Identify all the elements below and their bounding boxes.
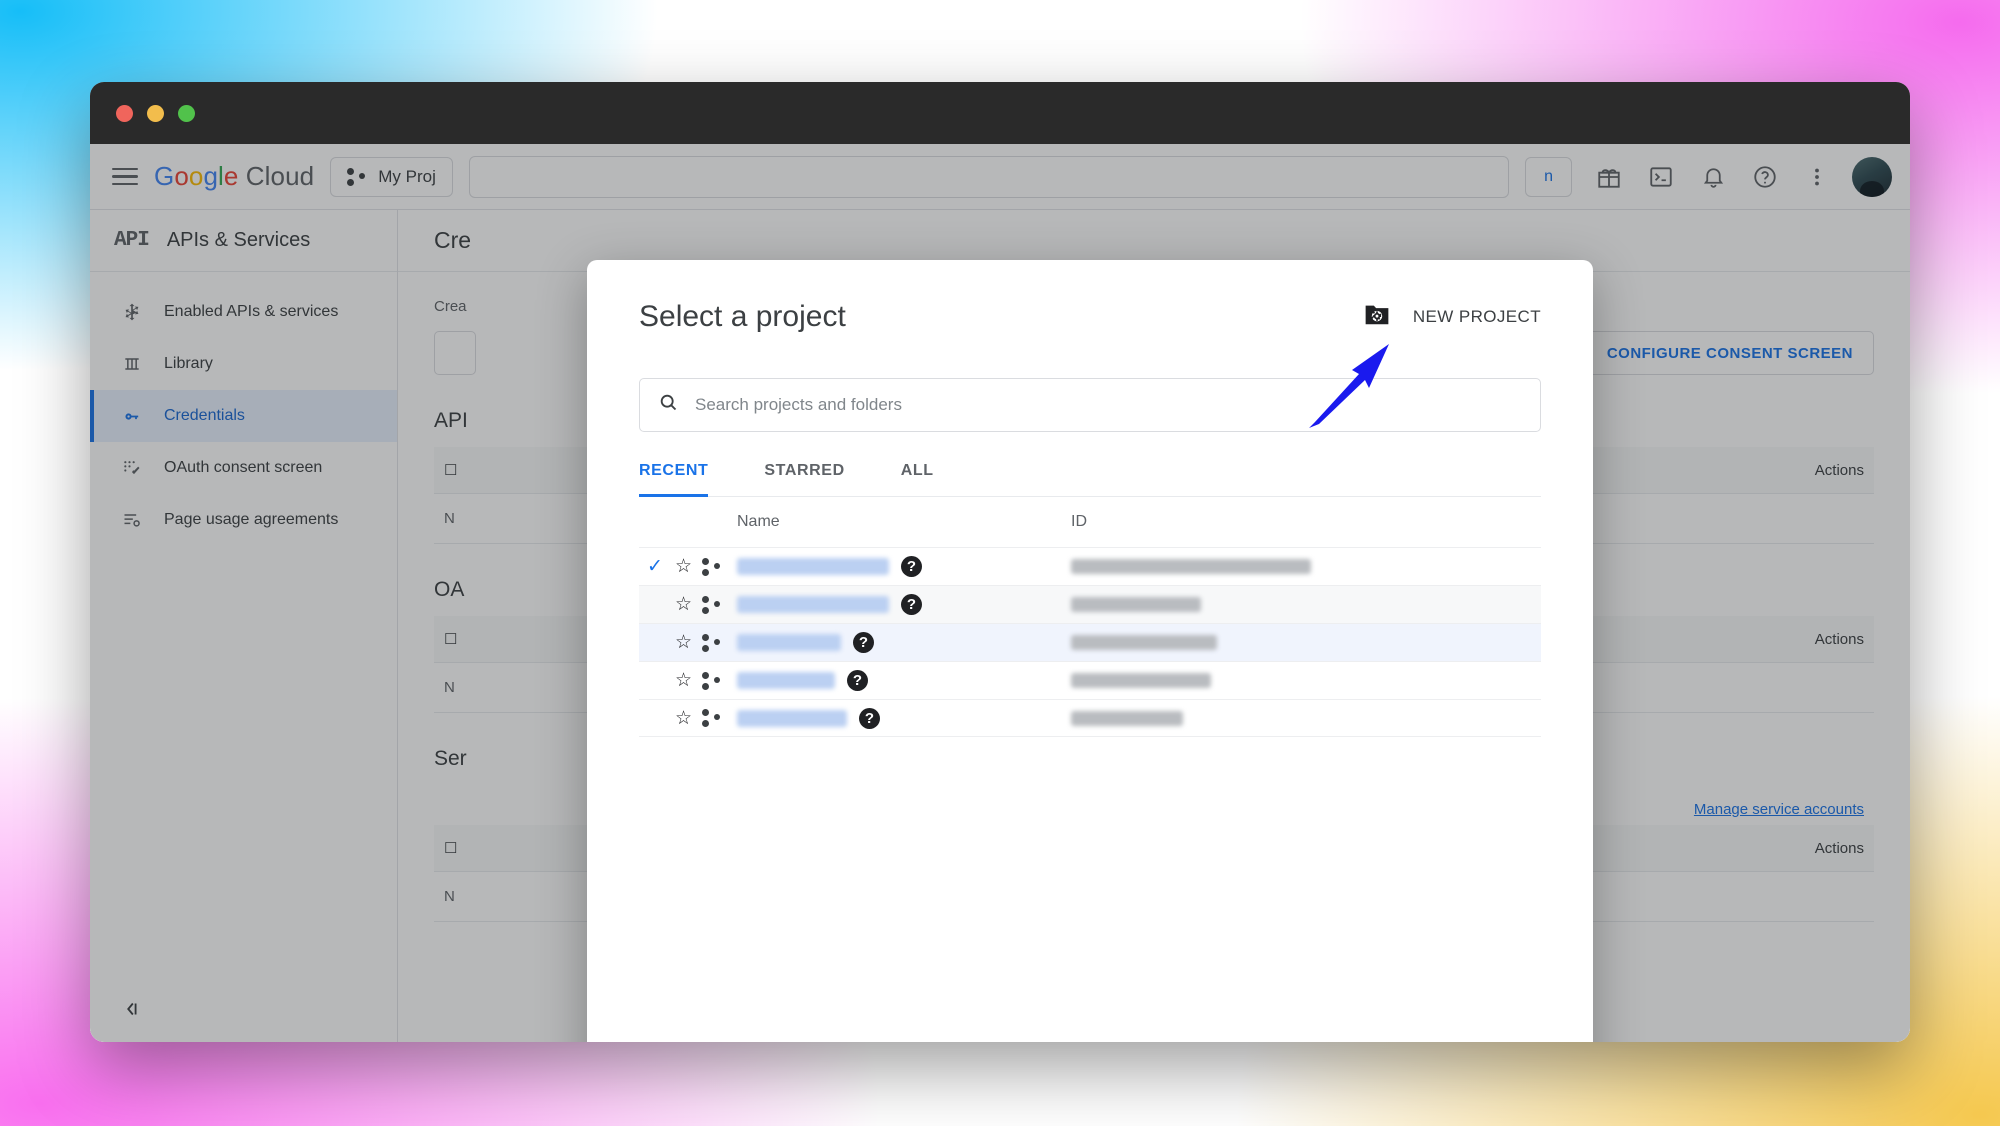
redacted-project-name: [737, 634, 841, 651]
select-project-dialog: Select a project NEW PROJECT Search proj…: [587, 260, 1593, 1042]
project-id-cell: [1071, 673, 1541, 688]
project-table-header: Name ID: [639, 497, 1541, 547]
window-close-button[interactable]: [116, 104, 133, 122]
open-button[interactable]: OPEN: [1483, 1041, 1533, 1042]
search-input[interactable]: [695, 395, 1522, 415]
row-flags: ✓ ☆: [639, 671, 737, 690]
window-maximize-button[interactable]: [178, 104, 195, 122]
selected-check-icon: ✓: [647, 633, 665, 652]
redacted-project-id: [1071, 710, 1183, 726]
row-flags: ✓ ☆: [639, 595, 737, 614]
project-dots-icon: [702, 557, 722, 576]
browser-window: Google Cloud My Proj n API APIs & Servic…: [90, 82, 1910, 1042]
dialog-title: Select a project: [639, 300, 846, 333]
tab-label: STARRED: [764, 462, 845, 479]
search-icon: [658, 392, 679, 418]
new-project-label: NEW PROJECT: [1412, 307, 1541, 326]
project-search-field[interactable]: [639, 378, 1541, 432]
help-badge-icon[interactable]: ?: [901, 594, 922, 615]
window-minimize-button[interactable]: [147, 104, 164, 122]
project-list-table: Name ID ✓ ☆ ? ☆ ? ☆ ? ☆ ? ☆ ?: [639, 497, 1541, 737]
row-flags: ✓ ☆: [639, 557, 737, 576]
help-badge-icon[interactable]: ?: [853, 632, 874, 653]
desktop-wallpaper: Google Cloud My Proj n API APIs & Servic…: [0, 0, 2000, 1126]
create-folder-icon: [1363, 302, 1391, 332]
cancel-button[interactable]: CANCEL: [1363, 1041, 1437, 1042]
tab-starred[interactable]: STARRED: [764, 462, 870, 496]
star-outline-icon[interactable]: ☆: [675, 671, 692, 690]
selected-check-icon: ✓: [647, 556, 663, 577]
row-flags: ✓ ☆: [639, 709, 737, 728]
redacted-project-id: [1071, 673, 1211, 688]
project-dots-icon: [702, 633, 722, 652]
redacted-project-name: [737, 596, 889, 613]
project-name-cell: ?: [737, 556, 1071, 577]
project-name-cell: ?: [737, 594, 1071, 615]
star-outline-icon[interactable]: ☆: [675, 709, 692, 728]
tab-all[interactable]: ALL: [901, 462, 960, 496]
redacted-project-id: [1071, 597, 1201, 612]
table-row[interactable]: ✓ ☆ ?: [639, 699, 1541, 737]
selected-check-icon: ✓: [647, 709, 665, 728]
star-outline-icon[interactable]: ☆: [675, 557, 692, 576]
project-id-cell: [1071, 710, 1541, 726]
redacted-project-name: [737, 672, 835, 689]
redacted-project-name: [737, 558, 889, 575]
star-outline-icon[interactable]: ☆: [675, 595, 692, 614]
table-row[interactable]: ✓ ☆ ?: [639, 547, 1541, 585]
new-project-button[interactable]: NEW PROJECT: [1363, 302, 1541, 332]
project-name-cell: ?: [737, 632, 1071, 653]
help-badge-icon[interactable]: ?: [847, 670, 868, 691]
help-badge-icon[interactable]: ?: [901, 556, 922, 577]
col-id-header: ID: [1071, 513, 1087, 530]
tab-label: RECENT: [639, 462, 709, 479]
selected-check-icon: ✓: [647, 671, 665, 690]
redacted-project-name: [737, 709, 847, 727]
tab-recent[interactable]: RECENT: [639, 462, 734, 497]
project-id-cell: [1071, 635, 1541, 650]
col-name-header: Name: [737, 513, 780, 530]
redacted-project-id: [1071, 635, 1217, 650]
row-flags: ✓ ☆: [639, 633, 737, 652]
help-badge-icon[interactable]: ?: [859, 707, 880, 729]
window-titlebar: [90, 82, 1910, 144]
star-outline-icon[interactable]: ☆: [675, 633, 692, 652]
project-id-cell: [1071, 597, 1541, 612]
table-row[interactable]: ✓ ☆ ?: [639, 585, 1541, 623]
selected-check-icon: ✓: [647, 595, 665, 614]
table-row[interactable]: ✓ ☆ ?: [639, 661, 1541, 699]
dialog-footer: CANCEL OPEN: [587, 1041, 1593, 1042]
redacted-project-id: [1071, 559, 1311, 574]
project-dots-icon: [702, 671, 722, 690]
table-row[interactable]: ✓ ☆ ?: [639, 623, 1541, 661]
project-dots-icon: [702, 595, 722, 614]
project-id-cell: [1071, 559, 1541, 574]
dialog-header: Select a project NEW PROJECT: [587, 260, 1593, 334]
project-name-cell: ?: [737, 670, 1071, 691]
dialog-tabs: RECENT STARRED ALL: [639, 462, 1541, 497]
project-dots-icon: [702, 709, 722, 727]
tab-label: ALL: [900, 462, 934, 479]
project-name-cell: ?: [737, 707, 1071, 729]
